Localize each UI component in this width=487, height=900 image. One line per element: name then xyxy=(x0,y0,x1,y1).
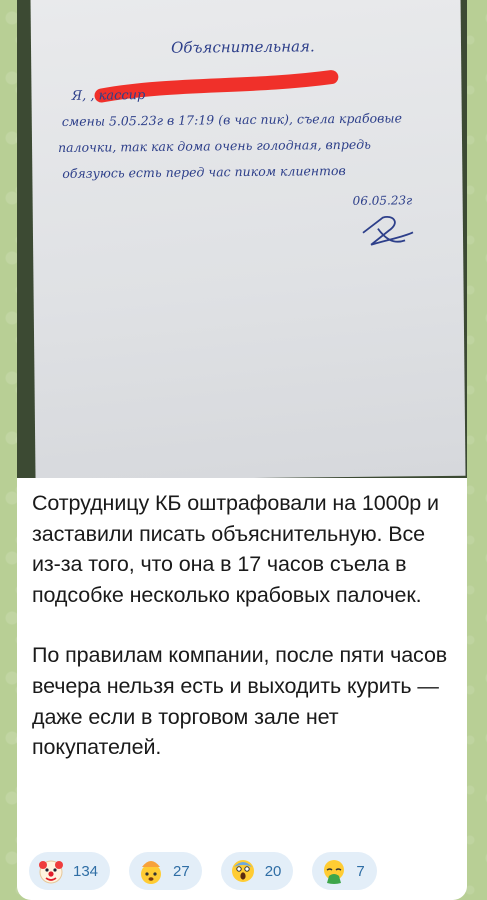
reaction-count: 27 xyxy=(173,862,190,880)
reaction-count: 7 xyxy=(356,862,365,880)
note-date: 06.05.23г xyxy=(353,193,413,208)
message-paragraph-1: Сотрудницу КБ оштрафовали на 1000р и зас… xyxy=(32,491,439,607)
note-line-4: обязуюсь есть перед час пиком клиентов xyxy=(62,163,346,181)
note-line-3: палочки, так как дома очень голодная, вп… xyxy=(58,137,371,155)
exploding-head-icon xyxy=(137,857,165,885)
signature xyxy=(362,216,414,246)
reactions-bar: 134 27 20 7 xyxy=(29,852,377,892)
note-line-1: Я, , кассир xyxy=(70,88,146,104)
scream-face-icon xyxy=(229,857,257,885)
message-bubble[interactable]: Объяснительная. Я, , кассир смены 5.05.2… xyxy=(17,0,467,900)
reaction-clown[interactable]: 134 xyxy=(29,852,111,890)
message-text: Сотрудницу КБ оштрафовали на 1000р и зас… xyxy=(32,488,457,763)
message-paragraph-2: По правилам компании, после пяти часов в… xyxy=(32,643,448,760)
clown-face-icon xyxy=(37,857,65,885)
handwritten-note: Объяснительная. Я, , кассир смены 5.05.2… xyxy=(30,0,466,478)
reaction-count: 134 xyxy=(73,862,99,880)
note-line-2: смены 5.05.23г в 17:19 (в час пик), съел… xyxy=(62,110,402,129)
reaction-scream[interactable]: 20 xyxy=(220,852,294,890)
nauseated-face-icon xyxy=(320,857,348,885)
reaction-count: 20 xyxy=(264,862,282,880)
reaction-nauseated[interactable]: 7 xyxy=(312,852,377,890)
note-heading: Объяснительная. xyxy=(171,37,315,57)
message-photo[interactable]: Объяснительная. Я, , кассир смены 5.05.2… xyxy=(17,0,467,478)
reaction-exploding-head[interactable]: 27 xyxy=(129,852,202,890)
